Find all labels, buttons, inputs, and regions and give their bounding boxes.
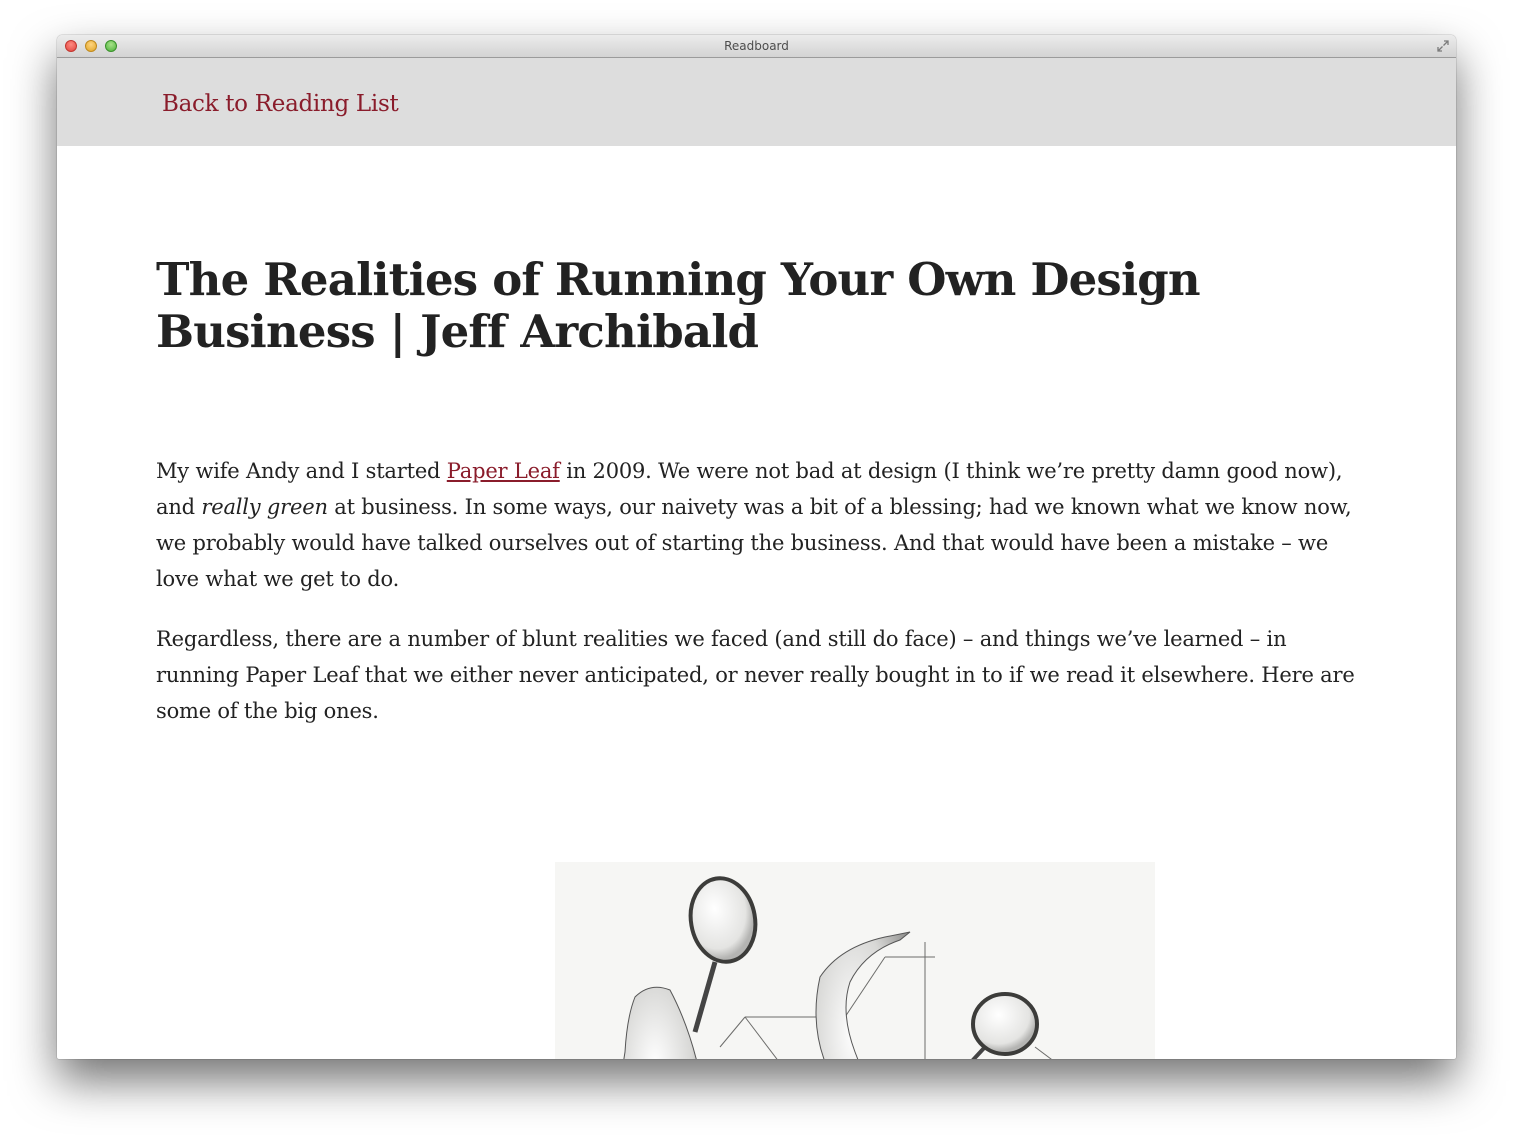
article-illustration <box>555 862 1155 1059</box>
article-title: The Realities of Running Your Own Design… <box>156 253 1201 358</box>
window-title: Readboard <box>724 39 789 53</box>
para1-text-start: My wife Andy and I started <box>156 459 447 483</box>
illustration-drawing <box>623 876 1052 1059</box>
para1-text-end: at business. In some ways, our naivety w… <box>156 495 1352 591</box>
reader-header: Back to Reading List <box>57 58 1456 146</box>
back-to-reading-list-link[interactable]: Back to Reading List <box>162 91 399 117</box>
article-content: The Realities of Running Your Own Design… <box>156 146 1356 1059</box>
title-bar[interactable]: Readboard <box>57 35 1456 58</box>
para1-emphasis: really green <box>201 495 328 519</box>
paper-leaf-link[interactable]: Paper Leaf <box>447 459 560 483</box>
article-paragraph-2: Regardless, there are a number of blunt … <box>156 627 1355 723</box>
fullscreen-icon[interactable] <box>1436 39 1450 53</box>
article-paragraph-1: My wife Andy and I started Paper Leaf in… <box>156 453 1356 597</box>
app-window: Readboard Back to Reading List The Reali… <box>57 35 1456 1059</box>
